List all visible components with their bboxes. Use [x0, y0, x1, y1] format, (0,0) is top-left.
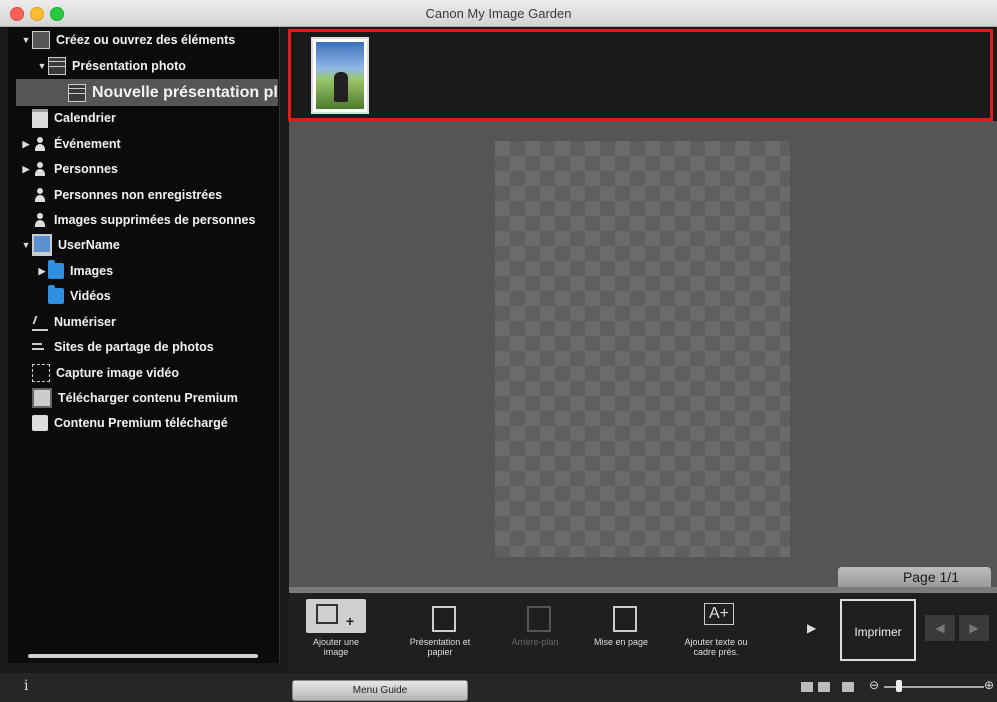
folder-icon	[48, 260, 64, 279]
expand-arrow-icon[interactable]: ▶	[20, 158, 32, 180]
expand-arrow-icon[interactable]: ▼	[36, 55, 48, 77]
expand-arrow-icon[interactable]: ▶	[36, 260, 48, 282]
create-icon	[32, 31, 50, 49]
sidebar: ▼ Créez ou ouvrez des éléments ▼ Présent…	[8, 27, 280, 663]
info-icon[interactable]: i	[24, 678, 28, 694]
window-title: Canon My Image Garden	[425, 6, 572, 21]
folder-icon	[48, 285, 64, 304]
edit-toolbar: + Ajouter une image Présentation et papi…	[289, 593, 997, 671]
status-bar: i Menu Guide ⊖ ⊕	[0, 673, 997, 702]
background-button[interactable]: Arrière-plan	[500, 599, 570, 647]
sidebar-item-photo-layout[interactable]: ▼ Présentation photo	[36, 55, 186, 77]
sidebar-item-downloaded-premium[interactable]: Contenu Premium téléchargé	[32, 412, 228, 434]
sidebar-item-deleted-people-images[interactable]: Images supprimées de personnes	[32, 209, 255, 231]
computer-icon	[32, 234, 52, 256]
sidebar-item-create[interactable]: ▼ Créez ou ouvrez des éléments	[20, 29, 235, 51]
add-image-button[interactable]: + Ajouter une image	[301, 599, 371, 657]
menu-guide-button[interactable]: Menu Guide	[292, 680, 468, 701]
layout-paper-icon	[422, 599, 458, 633]
expand-arrow-icon[interactable]: ▼	[20, 29, 32, 51]
sidebar-item-images[interactable]: ▶ Images	[36, 260, 113, 282]
add-image-icon: +	[306, 599, 366, 633]
scan-icon	[32, 313, 48, 331]
sidebar-item-video-capture[interactable]: Capture image vidéo	[32, 362, 179, 384]
calendar-icon	[32, 108, 48, 128]
sidebar-item-people[interactable]: ▶ Personnes	[20, 158, 118, 180]
add-text-icon: A+	[698, 599, 735, 633]
page-layout-icon	[603, 599, 639, 633]
deleted-person-icon	[32, 212, 48, 228]
layout-icon	[68, 83, 86, 102]
more-tools-arrow-icon[interactable]: ▶	[807, 621, 816, 635]
layout-icon	[48, 57, 66, 75]
expand-arrow-icon[interactable]: ▶	[20, 133, 32, 155]
zoom-slider-knob[interactable]	[896, 680, 902, 692]
expand-arrow-icon[interactable]: ▼	[20, 234, 32, 256]
previous-page-button[interactable]: ◀	[925, 615, 955, 641]
thumbnail-photo	[316, 42, 364, 109]
download-icon	[32, 388, 52, 408]
zoom-in-icon[interactable]: ⊕	[984, 678, 994, 692]
page-indicator-tab[interactable]: Page 1/1	[838, 567, 991, 587]
image-thumbnail-strip[interactable]	[288, 29, 993, 121]
layout-canvas[interactable]	[495, 141, 790, 557]
photo-share-icon	[32, 339, 48, 355]
print-button[interactable]: Imprimer	[840, 599, 916, 661]
zoom-out-icon[interactable]: ⊖	[869, 678, 879, 692]
sidebar-scrollbar[interactable]	[28, 654, 258, 658]
next-page-button[interactable]: ▶	[959, 615, 989, 641]
person-icon	[32, 161, 48, 177]
sidebar-item-calendar[interactable]: Calendrier	[32, 107, 116, 129]
sidebar-item-photo-sharing[interactable]: Sites de partage de photos	[32, 336, 214, 358]
layout-paper-button[interactable]: Présentation et papier	[405, 599, 475, 657]
sidebar-item-username[interactable]: ▼ UserName	[20, 234, 120, 256]
video-capture-icon	[32, 364, 50, 382]
page-layout-button[interactable]: Mise en page	[586, 599, 656, 647]
unregistered-person-icon	[32, 187, 48, 203]
sidebar-item-scan[interactable]: Numériser	[32, 311, 116, 333]
sidebar-item-download-premium[interactable]: Télécharger contenu Premium	[32, 387, 238, 409]
sidebar-item-unregistered-people[interactable]: Personnes non enregistrées	[32, 184, 222, 206]
background-icon	[517, 599, 553, 633]
downloaded-folder-icon	[32, 415, 48, 431]
title-bar: Canon My Image Garden	[0, 0, 997, 27]
sidebar-item-new-layout[interactable]: Nouvelle présentation pl	[16, 79, 278, 106]
image-thumbnail[interactable]	[311, 37, 369, 114]
sidebar-item-videos[interactable]: Vidéos	[48, 285, 111, 307]
view-thumbnail-icon[interactable]	[818, 682, 830, 692]
add-text-frame-button[interactable]: A+ Ajouter texte ou cadre prés.	[681, 599, 751, 657]
editing-area: Page 1/1	[289, 121, 997, 587]
fullscreen-icon[interactable]	[842, 682, 854, 692]
event-icon	[32, 136, 48, 152]
sidebar-item-event[interactable]: ▶ Événement	[20, 133, 121, 155]
view-detail-icon[interactable]	[801, 682, 813, 692]
